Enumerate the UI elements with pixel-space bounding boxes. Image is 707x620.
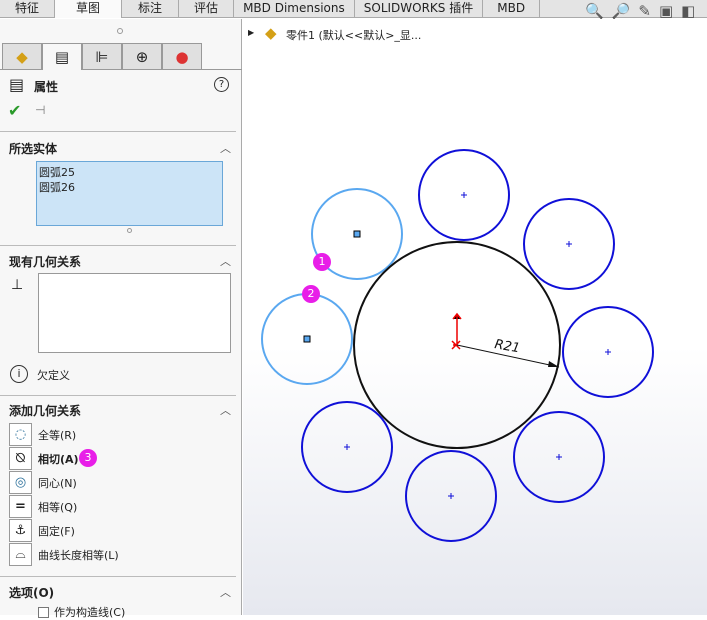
collapse-chevron-icon[interactable]: ︿	[220, 253, 231, 269]
relation-icon: ⊥	[11, 277, 24, 293]
equal-curve-length-icon: ⌓	[9, 543, 32, 566]
selected-entities-list[interactable]: 圆弧25 圆弧26	[36, 161, 223, 226]
property-manager-tab-icon[interactable]: ▤	[42, 43, 82, 70]
graphics-area[interactable]: ▶ ◆ 零件1 (默认<<默认>_显... 🔍 🔎 ✎ ▣ ◧ R21	[243, 2, 707, 615]
tab-evaluate[interactable]: 评估	[179, 0, 235, 18]
panel-title: 属性	[34, 80, 59, 94]
info-icon: i	[10, 365, 28, 383]
concentric-icon: ◎	[9, 471, 32, 494]
tab-features[interactable]: 特征	[0, 0, 56, 18]
relation-coradial[interactable]: ◌ 全等(R)	[9, 423, 76, 446]
list-item[interactable]: 圆弧26	[39, 180, 220, 195]
tab-mbd-dimensions[interactable]: MBD Dimensions	[234, 0, 355, 18]
view-orientation-icon[interactable]: ◧	[681, 2, 695, 20]
relation-tangent[interactable]: ⦰ 相切(A)	[9, 447, 79, 470]
feature-tree-tab-icon[interactable]: ◆	[2, 43, 42, 69]
sketch: R21	[261, 149, 654, 542]
checkbox[interactable]	[38, 606, 49, 618]
collapse-chevron-icon[interactable]: ︿	[220, 402, 231, 418]
origin-icon	[451, 312, 462, 350]
existing-relations-list[interactable]	[38, 273, 231, 353]
collapse-chevron-icon[interactable]: ︿	[220, 584, 231, 600]
equal-icon: =	[9, 495, 32, 518]
properties-icon: ▤	[9, 75, 25, 94]
zoom-area-icon[interactable]: 🔎	[612, 2, 631, 20]
zoom-to-fit-icon[interactable]: 🔍	[585, 2, 604, 20]
panel-tabs: ◆ ▤ ⊫ ⊕ ●	[0, 43, 242, 70]
help-icon[interactable]: ?	[214, 77, 229, 92]
view-toolbar: 🔍 🔎 ✎ ▣ ◧	[585, 2, 695, 20]
callout-badge: 1	[313, 253, 331, 271]
construction-checkbox[interactable]: 作为构造线(C)	[38, 604, 125, 620]
section-view-icon[interactable]: ▣	[659, 2, 673, 20]
panel-grip[interactable]	[117, 28, 123, 34]
relation-fix[interactable]: ⚓ 固定(F)	[9, 519, 75, 542]
pin-icon[interactable]: ⊣	[35, 103, 45, 117]
dimxpert-tab-icon[interactable]: ⊕	[122, 43, 162, 69]
status-text: 欠定义	[37, 369, 70, 382]
tab-solidworks-addins[interactable]: SOLIDWORKS 插件	[355, 0, 484, 18]
tab-mbd[interactable]: MBD	[483, 0, 541, 18]
property-manager: ◆ ▤ ⊫ ⊕ ● ▤ 属性 ? ✔ ⊣ 所选实体 ︿ 圆弧25 圆弧26 现有…	[0, 19, 242, 619]
callout-badge: 3	[79, 449, 97, 467]
collapse-chevron-icon[interactable]: ︿	[220, 140, 231, 156]
tab-sketch[interactable]: 草图	[55, 0, 123, 18]
tangent-icon: ⦰	[9, 447, 32, 470]
ok-check-icon[interactable]: ✔	[8, 101, 21, 120]
coradial-icon: ◌	[9, 423, 32, 446]
options-title: 选项(O)	[9, 586, 55, 600]
tab-annotate[interactable]: 标注	[122, 0, 180, 18]
existing-relations-title: 现有几何关系	[9, 255, 82, 269]
callout-badge: 2	[302, 285, 320, 303]
selected-entities-title: 所选实体	[9, 142, 58, 156]
list-item[interactable]: 圆弧25	[39, 165, 220, 180]
relation-concentric[interactable]: ◎ 同心(N)	[9, 471, 77, 494]
previous-view-icon[interactable]: ✎	[638, 2, 651, 20]
appearance-tab-icon[interactable]: ●	[162, 43, 202, 69]
resize-grip[interactable]	[127, 228, 132, 233]
relation-equal[interactable]: = 相等(Q)	[9, 495, 77, 518]
fix-icon: ⚓	[9, 519, 32, 542]
add-relations-title: 添加几何关系	[9, 404, 82, 418]
configuration-tab-icon[interactable]: ⊫	[82, 43, 122, 69]
relation-equal-curve-length[interactable]: ⌓ 曲线长度相等(L)	[9, 543, 119, 566]
